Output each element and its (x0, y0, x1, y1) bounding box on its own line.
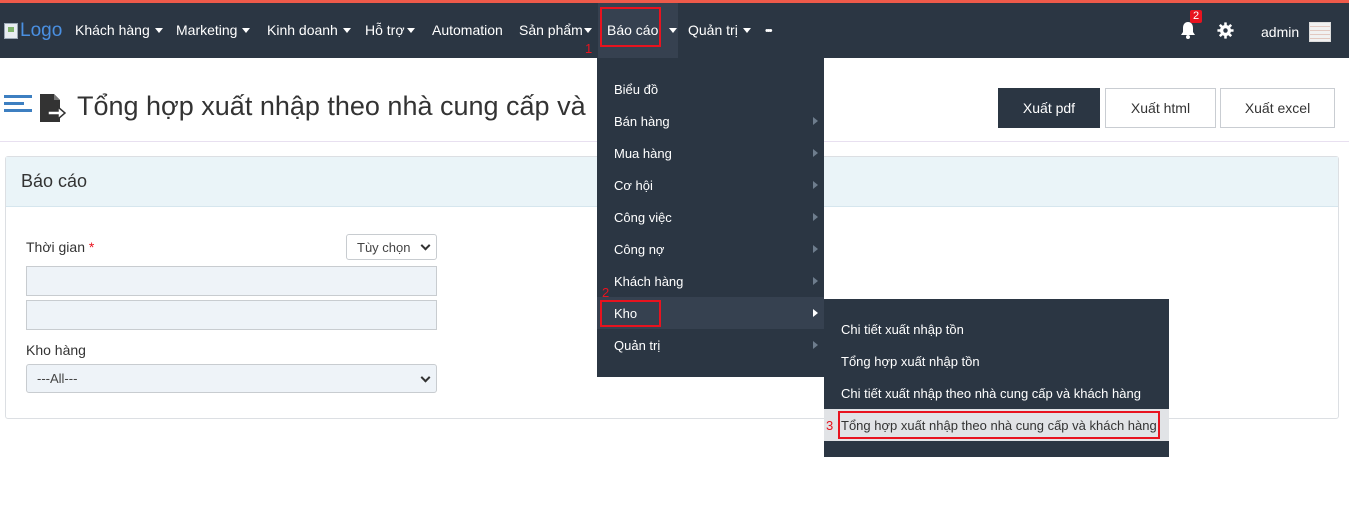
export-html-button[interactable]: Xuất html (1105, 88, 1216, 128)
report-dropdown-menu: Biểu đồ Bán hàng Mua hàng Cơ hội Công vi… (597, 58, 824, 377)
caret-down-icon (742, 27, 751, 33)
logo[interactable]: Logo (4, 20, 63, 41)
menu-item-label: Quản trị (614, 337, 661, 353)
chevron-right-icon (813, 277, 818, 285)
caret-down-icon (154, 27, 163, 33)
submenu-item-chi-tiet-ncc-kh[interactable]: Chi tiết xuất nhập theo nhà cung cấp và … (824, 377, 1169, 409)
menu-item-label: Cơ hội (614, 177, 653, 193)
nav-label: Khách hàng (75, 22, 150, 38)
nav-san-pham[interactable]: Sản phẩm (519, 22, 592, 38)
time-label-text: Thời gian (26, 239, 85, 255)
menu-lines-icon[interactable] (4, 95, 32, 117)
chevron-right-icon (813, 117, 818, 125)
nav-kinh-doanh[interactable]: Kinh doanh (267, 22, 351, 38)
nav-automation[interactable]: Automation (432, 22, 503, 38)
notification-badge: 2 (1190, 10, 1202, 23)
menu-item-label: Mua hàng (614, 145, 672, 161)
date-to-input[interactable] (26, 300, 437, 330)
caret-down-icon (406, 27, 415, 33)
nav-ho-tro[interactable]: Hỗ trợ (365, 22, 415, 38)
warehouse-select[interactable]: ---All--- (26, 364, 437, 393)
chevron-down-icon (420, 372, 431, 383)
nav-khach-hang[interactable]: Khách hàng (75, 22, 163, 38)
time-option-value: Tùy chọn (357, 239, 411, 255)
menu-item-label: Khách hàng (614, 273, 684, 289)
export-file-icon (40, 94, 66, 122)
nav-label: Marketing (176, 22, 238, 38)
nav-label: Kinh doanh (267, 22, 338, 38)
menu-item-label: Công việc (614, 209, 672, 225)
caret-down-icon (669, 27, 678, 33)
annotation-number-1: 1 (585, 41, 593, 56)
gear-icon[interactable] (1217, 22, 1234, 39)
warehouse-value: ---All--- (37, 371, 78, 386)
annotation-box-2 (600, 300, 661, 327)
nav-label: Sản phẩm (519, 22, 583, 38)
annotation-number-3: 3 (826, 418, 834, 433)
time-label: Thời gian * (26, 239, 94, 255)
chevron-down-icon (420, 240, 431, 251)
menu-item-label: Biểu đồ (614, 81, 659, 97)
menu-item-cong-viec[interactable]: Công việc (597, 201, 824, 233)
more-icon: ••• (765, 25, 772, 37)
required-mark: * (88, 239, 95, 255)
nav-marketing[interactable]: Marketing (176, 22, 251, 38)
chevron-right-icon (813, 213, 818, 221)
avatar[interactable] (1309, 22, 1331, 42)
top-navbar: Logo Khách hàng Marketing Kinh doanh Hỗ … (0, 0, 1349, 58)
chevron-right-icon (813, 341, 818, 349)
chevron-right-icon (813, 149, 818, 157)
time-option-select[interactable]: Tùy chọn (346, 234, 437, 260)
page-title: Tổng hợp xuất nhập theo nhà cung cấp và (77, 91, 586, 121)
export-excel-button[interactable]: Xuất excel (1220, 88, 1335, 128)
date-from-input[interactable] (26, 266, 437, 296)
nav-label: Automation (432, 22, 503, 38)
nav-quan-tri[interactable]: Quản trị (688, 22, 751, 38)
chevron-right-icon (813, 181, 818, 189)
chevron-right-icon (813, 245, 818, 253)
menu-item-khach-hang[interactable]: Khách hàng (597, 265, 824, 297)
caret-down-icon (342, 27, 351, 33)
menu-item-bieu-do[interactable]: Biểu đồ (597, 73, 824, 105)
export-pdf-button[interactable]: Xuất pdf (998, 88, 1100, 128)
annotation-number-2: 2 (602, 285, 610, 300)
menu-item-cong-no[interactable]: Công nợ (597, 233, 824, 265)
bell-icon[interactable] (1179, 21, 1197, 39)
menu-item-label: Công nợ (614, 241, 665, 257)
broken-image-icon (4, 23, 18, 39)
annotation-box-3 (838, 411, 1160, 439)
menu-item-quan-tri[interactable]: Quản trị (597, 329, 824, 361)
caret-down-icon (583, 27, 592, 33)
user-name[interactable]: admin (1261, 24, 1299, 40)
submenu-item-tong-hop-xnt[interactable]: Tổng hợp xuất nhập tồn (824, 345, 1169, 377)
menu-item-co-hoi[interactable]: Cơ hội (597, 169, 824, 201)
chevron-right-icon (813, 309, 818, 317)
annotation-box-1 (600, 7, 661, 47)
nav-more[interactable]: ••• (765, 25, 772, 37)
nav-label: Quản trị (688, 22, 738, 38)
menu-item-label: Bán hàng (614, 113, 670, 129)
warehouse-label: Kho hàng (26, 342, 86, 358)
menu-item-mua-hang[interactable]: Mua hàng (597, 137, 824, 169)
logo-alt-text: Logo (20, 20, 63, 41)
submenu-item-chi-tiet-xnt[interactable]: Chi tiết xuất nhập tồn (824, 313, 1169, 345)
nav-label: Hỗ trợ (365, 22, 405, 38)
caret-down-icon (242, 27, 251, 33)
menu-item-ban-hang[interactable]: Bán hàng (597, 105, 824, 137)
